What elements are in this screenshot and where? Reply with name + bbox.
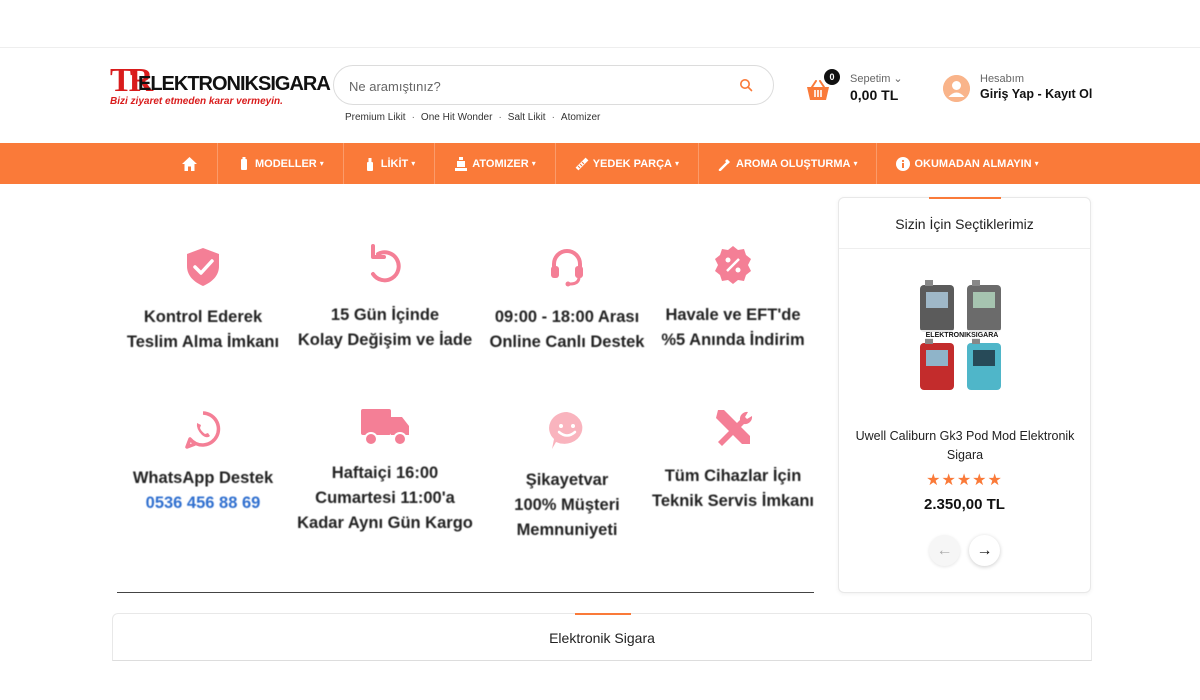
nav-item-aroma-olusturma[interactable]: AROMA OLUŞTURMA ▾: [699, 143, 878, 184]
section-divider: [117, 592, 814, 593]
account-label: Hesabım: [980, 73, 1025, 85]
feature-support: 09:00 - 18:00 Arası Online Canlı Destek: [477, 246, 657, 355]
cart-widget[interactable]: 0 Sepetim ⌄ 0,00 TL: [805, 69, 915, 110]
chevron-down-icon: ▾: [411, 159, 416, 168]
feature-discount: Havale ve EFT'de %5 Anında İndirim: [643, 244, 823, 353]
feature-whatsapp: WhatsApp Destek 0536 456 88 69: [113, 409, 293, 516]
nav-item-label: LİKİT: [380, 157, 409, 170]
site-logo[interactable]: TR ELEKTRONIKSIGARA Bizi ziyaret etmeden…: [110, 63, 331, 108]
feature-title: Haftaiçi 16:00 Cumartesi 11:00'a Kadar A…: [297, 464, 473, 532]
product-image[interactable]: ELEKTRONIKSIGARA: [917, 280, 1007, 395]
chevron-down-icon: ▾: [1034, 159, 1039, 168]
product-name[interactable]: Uwell Caliburn Gk3 Pod Mod Elektronik Si…: [849, 427, 1081, 465]
nav-item-modeller[interactable]: MODELLER ▾: [218, 143, 344, 184]
bottle-icon: [366, 157, 373, 171]
product-image-watermark: ELEKTRONIKSIGARA: [926, 332, 999, 339]
cart-count-badge: 0: [824, 69, 840, 85]
quick-link-separator: ·: [551, 112, 555, 123]
search-bar: [333, 65, 774, 105]
support-phone-link[interactable]: 0536 456 88 69: [113, 491, 293, 516]
feature-title: Kontrol Ederek Teslim Alma İmkanı: [126, 308, 280, 351]
feature-title: WhatsApp Destek 0536 456 88 69: [113, 466, 293, 516]
truck-icon: [361, 409, 409, 446]
logo-name: ELEKTRONIKSIGARA: [138, 73, 331, 95]
feature-inspection: Kontrol Ederek Teslim Alma İmkanı: [113, 246, 293, 355]
feature-title: 09:00 - 18:00 Arası Online Canlı Destek: [489, 308, 645, 351]
feature-satisfaction: Şikayetvar 100% Müşteri Memnuniyeti: [477, 409, 657, 543]
feature-shipping: Haftaiçi 16:00 Cumartesi 11:00'a Kadar A…: [295, 405, 475, 536]
chevron-down-icon: ▾: [531, 159, 536, 168]
picks-card: Sizin İçin Seçtiklerimiz ELEKTRONIKSIGAR…: [838, 197, 1091, 593]
card-divider: [839, 248, 1090, 249]
register-link[interactable]: Kayıt Ol: [1045, 87, 1092, 101]
coil-icon: [575, 157, 589, 170]
chevron-down-icon: ▾: [319, 159, 324, 168]
chevron-down-icon: ▾: [674, 159, 679, 168]
feature-title: Tüm Cihazlar İçin Teknik Servis İmkanı: [651, 467, 815, 510]
whatsapp-icon: [185, 411, 221, 449]
section-title: Elektronik Sigara: [549, 630, 655, 646]
feature-title: Havale ve EFT'de %5 Anında İndirim: [661, 306, 805, 349]
feature-title: Şikayetvar 100% Müşteri Memnuniyeti: [514, 471, 620, 539]
nav-item-atomizer[interactable]: ATOMIZER ▾: [435, 143, 556, 184]
feature-technical-service: Tüm Cihazlar İçin Teknik Servis İmkanı: [643, 406, 823, 514]
headset-icon: [551, 249, 583, 287]
product-price: 2.350,00 TL: [924, 496, 1005, 513]
account-widget: Hesabım Giriş Yap - Kayıt Ol: [943, 73, 1103, 113]
account-separator: -: [1037, 87, 1042, 101]
site-header: TR ELEKTRONIKSIGARA Bizi ziyaret etmeden…: [0, 49, 1200, 143]
top-strip: [0, 0, 1200, 48]
rating-stars: ★★★★★: [926, 472, 1003, 489]
category-section: Elektronik Sigara: [112, 613, 1092, 661]
nav-item-label: AROMA OLUŞTURMA: [736, 157, 851, 170]
section-accent-bar: [575, 613, 631, 615]
login-link[interactable]: Giriş Yap: [980, 87, 1034, 101]
quick-link-one-hit-wonder[interactable]: One Hit Wonder: [421, 112, 493, 123]
cart-total: 0,00 TL: [850, 87, 899, 103]
quick-link-separator: ·: [411, 112, 415, 123]
quick-link-atomizer[interactable]: Atomizer: [561, 112, 600, 123]
main-nav: MODELLER ▾ LİKİT ▾ ATOMIZER ▾ YEDEK PARÇA ▾ …: [0, 143, 1200, 184]
quick-links: Premium Likit · One Hit Wonder · Salt Li…: [345, 112, 600, 123]
tools-icon: [716, 410, 753, 446]
carousel-prev-button[interactable]: ←: [929, 535, 960, 566]
search-input[interactable]: [349, 75, 719, 97]
smile-chat-icon: [549, 412, 583, 449]
nav-item-likit[interactable]: LİKİT ▾: [344, 143, 436, 184]
user-avatar-icon[interactable]: [943, 75, 970, 102]
logo-slogan: Bizi ziyaret etmeden karar vermeyin.: [110, 96, 283, 107]
nav-item-label: OKUMADAN ALMAYIN: [914, 157, 1032, 170]
chevron-down-icon: ▾: [853, 159, 858, 168]
return-icon: [371, 244, 401, 283]
quick-link-separator: ·: [498, 112, 502, 123]
picks-title: Sizin İçin Seçtiklerimiz: [895, 216, 1034, 232]
nav-item-label: ATOMIZER: [472, 157, 529, 170]
nav-item-label: MODELLER: [255, 157, 317, 170]
device-icon: [241, 156, 247, 170]
quick-link-salt-likit[interactable]: Salt Likit: [508, 112, 546, 123]
nav-item-yedek-parca[interactable]: YEDEK PARÇA ▾: [556, 143, 699, 184]
carousel-next-button[interactable]: →: [969, 535, 1000, 566]
atomizer-icon: [455, 156, 468, 171]
shield-check-icon: [187, 248, 219, 286]
card-accent-bar: [929, 197, 1001, 199]
dropper-icon: [718, 158, 730, 171]
nav-item-okumadan-almayin[interactable]: OKUMADAN ALMAYIN ▾: [877, 143, 1057, 184]
home-icon: [182, 156, 197, 171]
feature-return: 15 Gün İçinde Kolay Değişim ve İade: [295, 244, 475, 353]
info-icon: [896, 156, 911, 171]
feature-title: 15 Gün İçinde Kolay Değişim ve İade: [297, 306, 473, 349]
cart-label: Sepetim ⌄: [850, 73, 903, 85]
percent-badge-icon: [715, 246, 751, 284]
nav-home[interactable]: [162, 143, 218, 184]
nav-item-label: YEDEK PARÇA: [592, 157, 672, 170]
search-icon[interactable]: [739, 78, 753, 92]
account-links: Giriş Yap - Kayıt Ol: [980, 87, 1092, 101]
quick-link-premium-likit[interactable]: Premium Likit: [345, 112, 406, 123]
